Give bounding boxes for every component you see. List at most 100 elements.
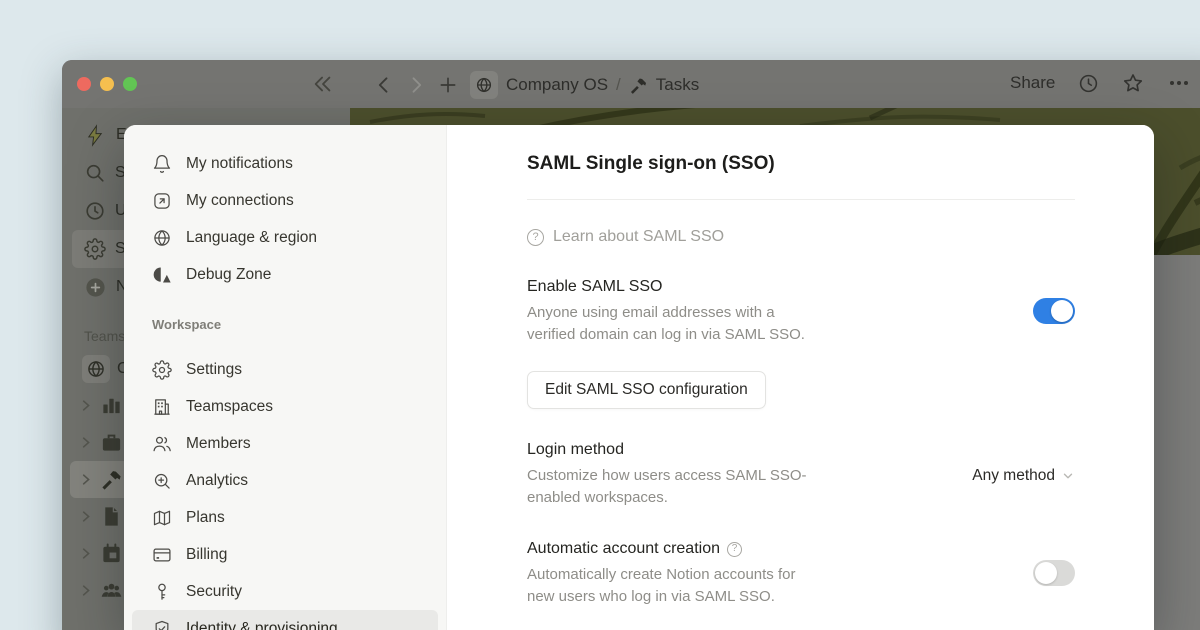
settings-content: SAML Single sign-on (SSO) ? Learn about …	[447, 125, 1154, 630]
arrow-up-right-square-icon	[152, 191, 172, 211]
settings-nav-label: My connections	[186, 192, 294, 210]
tab-navigation: Company OS / Tasks	[374, 71, 699, 99]
chevron-right-icon[interactable]	[78, 509, 93, 524]
breadcrumb-separator: /	[616, 75, 621, 95]
login-method-description: Customize how users access SAML SSO-enab…	[527, 465, 827, 508]
breadcrumb-workspace[interactable]: Company OS	[506, 75, 608, 95]
auto-account-creation-description: Automatically create Notion accounts for…	[527, 564, 827, 607]
zoom-button[interactable]	[123, 77, 137, 91]
credit-card-icon	[152, 545, 172, 565]
share-button[interactable]: Share	[1010, 73, 1055, 93]
settings-nav-label: Settings	[186, 361, 242, 379]
chevron-down-icon	[1061, 469, 1075, 483]
shield-check-icon	[152, 619, 172, 630]
login-method-text: Login method Customize how users access …	[527, 440, 827, 508]
globe-icon	[152, 228, 172, 248]
calendar-icon	[100, 542, 123, 565]
chevron-right-icon[interactable]	[78, 472, 93, 487]
map-icon	[152, 508, 172, 528]
settings-nav-identity-provisioning[interactable]: Identity & provisioning	[132, 610, 438, 630]
hammer-icon	[100, 468, 123, 491]
briefcase-icon	[100, 431, 123, 454]
key-icon	[152, 582, 172, 602]
workspace-section-heading: Workspace	[152, 315, 446, 335]
collapse-sidebar-icon[interactable]	[312, 73, 334, 95]
chevron-right-icon[interactable]	[78, 546, 93, 561]
chevron-right-icon[interactable]	[78, 435, 93, 450]
settings-nav-billing[interactable]: Billing	[132, 536, 438, 573]
enable-saml-row: Enable SAML SSO Anyone using email addre…	[527, 277, 1075, 345]
settings-nav-members[interactable]: Members	[132, 425, 438, 462]
updates-clock-icon[interactable]	[1078, 73, 1099, 94]
minimize-button[interactable]	[100, 77, 114, 91]
page-title: SAML Single sign-on (SSO)	[527, 152, 1075, 176]
toggle-knob	[1051, 300, 1073, 322]
debug-shapes-icon	[152, 265, 172, 285]
close-button[interactable]	[77, 77, 91, 91]
gear-icon	[152, 360, 172, 380]
new-tab-icon[interactable]	[438, 75, 458, 95]
window-titlebar: Company OS / Tasks Share	[62, 60, 1200, 108]
more-options-icon[interactable]	[1167, 71, 1191, 95]
window-controls	[77, 77, 137, 91]
gear-icon	[84, 238, 106, 260]
auto-account-creation-toggle[interactable]	[1033, 560, 1075, 586]
building-icon	[152, 397, 172, 417]
enable-saml-toggle[interactable]	[1033, 298, 1075, 324]
settings-nav-label: Language & region	[186, 229, 317, 247]
login-method-row: Login method Customize how users access …	[527, 440, 1075, 508]
settings-nav-my-notifications[interactable]: My notifications	[132, 145, 438, 182]
help-circle-icon: ?	[527, 229, 544, 246]
settings-nav-label: Debug Zone	[186, 266, 271, 284]
auto-account-creation-text: Automatic account creation ? Automatical…	[527, 539, 827, 607]
settings-nav-label: My notifications	[186, 155, 293, 173]
settings-nav-label: Security	[186, 583, 242, 601]
settings-nav-language-region[interactable]: Language & region	[132, 219, 438, 256]
chevron-right-icon[interactable]	[78, 398, 93, 413]
divider	[527, 199, 1075, 200]
clock-icon	[84, 200, 106, 222]
settings-nav-my-connections[interactable]: My connections	[132, 182, 438, 219]
back-icon[interactable]	[374, 75, 394, 95]
auto-account-creation-row: Automatic account creation ? Automatical…	[527, 539, 1075, 607]
chevron-right-icon[interactable]	[78, 583, 93, 598]
edit-saml-config-button[interactable]: Edit SAML SSO configuration	[527, 371, 766, 409]
auto-account-creation-label: Automatic account creation	[527, 539, 720, 559]
people-group-icon	[100, 579, 123, 602]
members-people-icon	[152, 434, 172, 454]
learn-about-saml-link[interactable]: ? Learn about SAML SSO	[527, 228, 724, 246]
login-method-dropdown[interactable]: Any method	[972, 467, 1075, 485]
login-method-value: Any method	[972, 467, 1055, 485]
settings-nav-plans[interactable]: Plans	[132, 499, 438, 536]
hammer-icon	[629, 76, 648, 95]
enable-saml-description: Anyone using email addresses with a veri…	[527, 302, 827, 345]
settings-nav-settings[interactable]: Settings	[132, 351, 438, 388]
lightning-bolt-icon	[84, 124, 107, 147]
enable-saml-text: Enable SAML SSO Anyone using email addre…	[527, 277, 827, 345]
titlebar-actions: Share	[1010, 71, 1191, 95]
learn-link-label: Learn about SAML SSO	[553, 228, 724, 246]
plus-circle-icon	[84, 276, 107, 299]
settings-nav-teamspaces[interactable]: Teamspaces	[132, 388, 438, 425]
settings-nav-debug-zone[interactable]: Debug Zone	[132, 256, 438, 293]
settings-sidebar: My notifications My connections Language…	[124, 125, 447, 630]
settings-nav-label: Members	[186, 435, 251, 453]
settings-nav-label: Identity & provisioning	[186, 620, 338, 630]
settings-dialog: My notifications My connections Language…	[124, 125, 1154, 630]
settings-nav-label: Billing	[186, 546, 227, 564]
forward-icon[interactable]	[406, 75, 426, 95]
breadcrumb-page[interactable]: Tasks	[656, 75, 699, 95]
document-icon	[100, 505, 123, 528]
login-method-label: Login method	[527, 440, 827, 460]
magnifier-plus-icon	[152, 471, 172, 491]
workspace-globe-icon[interactable]	[470, 71, 498, 99]
help-circle-icon[interactable]: ?	[727, 542, 742, 557]
favorite-star-icon[interactable]	[1122, 72, 1144, 94]
enable-saml-label: Enable SAML SSO	[527, 277, 827, 297]
settings-nav-label: Analytics	[186, 472, 248, 490]
bell-icon	[152, 154, 172, 174]
settings-nav-analytics[interactable]: Analytics	[132, 462, 438, 499]
settings-nav-security[interactable]: Security	[132, 573, 438, 610]
settings-nav-label: Teamspaces	[186, 398, 273, 416]
desktop-background: Company OS / Tasks Share	[0, 0, 1200, 630]
